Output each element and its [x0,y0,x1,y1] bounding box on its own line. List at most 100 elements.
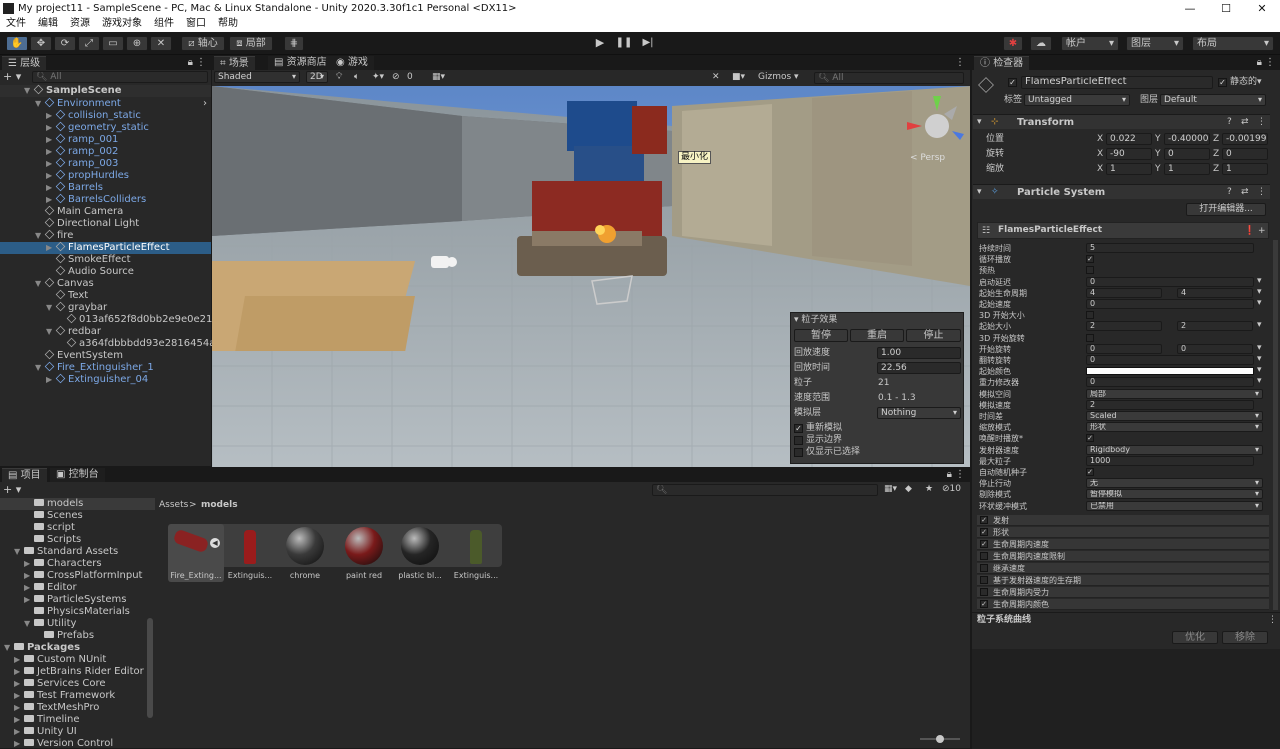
project-tree-item[interactable]: ▶ Custom NUnit [0,654,155,666]
transform-scale-x-field[interactable]: 1 [1106,163,1152,175]
chevron-down-icon[interactable]: ▼ [14,546,24,558]
hierarchy-item[interactable]: ▶ ramp_002 [0,145,211,158]
hierarchy-item[interactable]: ▶ ramp_003 [0,157,211,170]
collab-icon[interactable]: ✱ [1003,36,1023,51]
particle-prop-field[interactable]: 5 [1086,243,1254,253]
pivot-button[interactable]: ⧄ 轴心 [181,36,225,51]
chevron-down-icon[interactable]: ▼ [4,642,14,654]
curve-mode-chevron-icon[interactable]: ▾ [1257,343,1262,354]
asset-item[interactable]: Extinguis... [448,524,504,582]
particle-prop-dropdown[interactable]: 已禁用 [1086,500,1263,511]
chevron-right-icon[interactable]: ▶ [14,690,24,702]
hierarchy-item[interactable]: Directional Light [0,217,211,230]
hierarchy-item[interactable]: SmokeEffect [0,253,211,266]
scene-viewport[interactable]: < Persp 最小化 ▾ 粒子效果 暂停 重启 停止 回放速度 1.00 回放… [212,86,970,467]
rotate-tool-icon[interactable]: ⟳ [54,36,76,51]
tab-asset-store[interactable]: ▤ 资源商店 [268,56,333,70]
project-tree-item[interactable]: ▶ Editor [0,582,155,594]
particle-module[interactable]: 基于发射器速度的生存期 [977,575,1269,586]
start-color-swatch[interactable] [1086,367,1254,376]
restart-effect-button[interactable]: 重启 [850,329,904,342]
hierarchy-item[interactable]: ▶ Barrels [0,181,211,194]
hand-tool-icon[interactable]: ✋ [6,36,28,51]
menu-window[interactable]: 窗口 [180,17,212,31]
lighting-icon[interactable]: 💡︎ [336,72,342,83]
curve-mode-chevron-icon[interactable]: ▾ [1257,287,1262,298]
particle-prop-dropdown[interactable]: 无 [1086,478,1263,489]
module-toggle-checkbox[interactable]: ✓ [980,540,988,548]
transform-position-y-field[interactable]: -0.40000 [1164,133,1210,145]
hierarchy-item[interactable]: ▼ Fire_Extinguisher_1 [0,361,211,374]
minimize-button[interactable]: — [1172,0,1208,17]
lock-icon[interactable]: 🔒︎ [1257,56,1262,70]
transform-rotation-x-field[interactable]: -90 [1106,148,1152,160]
transform-rotation-z-field[interactable]: 0 [1222,148,1268,160]
more-icon[interactable]: ⋮ [1268,615,1277,626]
open-editor-button[interactable]: 打开编辑器... [1186,203,1266,216]
axis-label[interactable]: Z [1213,149,1219,160]
particle-module[interactable]: ✓ 发射 [977,515,1269,526]
curve-mode-chevron-icon[interactable]: ▾ [1257,298,1262,309]
menu-edit[interactable]: 编辑 [32,17,64,31]
object-name-field[interactable]: FlamesParticleEffect [1021,76,1213,89]
scale-tool-icon[interactable]: ⤢ [78,36,100,51]
zoom-slider[interactable] [920,735,960,743]
particle-prop-max-field[interactable]: 4 [1177,287,1253,298]
hierarchy-item[interactable]: ▼ fire [0,229,211,242]
custom-tool-icon[interactable]: ✕ [150,36,172,51]
particle-prop-dropdown[interactable]: Scaled [1086,411,1263,421]
remove-button[interactable]: 移除 [1222,631,1268,644]
grid-icon[interactable]: ▦▾ [432,72,445,83]
project-tree-item[interactable]: ▶ CrossPlatformInput [0,570,155,582]
transform-scale-y-field[interactable]: 1 [1164,163,1210,175]
menu-file[interactable]: 文件 [0,17,32,31]
project-tree-item[interactable]: script [0,522,155,534]
asset-item[interactable]: Fire_Exting... ◀ [168,524,224,582]
chevron-right-icon[interactable]: ▶ [46,134,56,146]
sim-layers-dropdown[interactable]: Nothing [877,407,961,419]
project-tree-item[interactable]: ▶ Unity UI [0,726,155,738]
axis-label[interactable]: X [1097,134,1103,145]
local-button[interactable]: ⧈ 局部 [229,36,273,51]
chevron-right-icon[interactable]: ▶ [14,654,24,666]
chevron-right-icon[interactable]: ▶ [14,666,24,678]
project-tree-item[interactable]: models [0,498,155,510]
particle-prop-checkbox[interactable]: ✓ [1086,255,1094,264]
visibility-icon[interactable]: ⊘ [392,72,400,83]
hierarchy-item[interactable]: ▼ redbar [0,325,211,338]
menu-gameobject[interactable]: 游戏对象 [96,17,148,31]
asset-item[interactable]: chrome [277,524,333,582]
particle-prop-field[interactable]: 0 [1086,355,1254,365]
project-tree-item[interactable]: Prefabs [0,630,155,642]
preset-icon[interactable]: ⇄ [1241,117,1249,128]
help-icon[interactable]: ? [1227,117,1232,128]
menu-help[interactable]: 帮助 [212,17,244,31]
chevron-down-icon[interactable]: ▼ [46,326,56,338]
particle-module[interactable]: ✓ 生命周期内速度 [977,539,1269,550]
chevron-right-icon[interactable]: ▶ [46,170,56,182]
project-tree-item[interactable]: PhysicsMaterials [0,606,155,618]
project-tree-item[interactable]: ▼ Standard Assets [0,546,155,558]
particle-prop-dropdown[interactable]: 形状 [1086,422,1263,433]
particle-system-header[interactable]: ▾ ✧ Particle System ? ⇄ ⋮ [973,184,1270,199]
menu-component[interactable]: 组件 [148,17,180,31]
chevron-down-icon[interactable]: ▼ [35,98,45,110]
particle-prop-checkbox[interactable] [1086,333,1094,342]
project-tree-item[interactable]: ▶ Services Core [0,678,155,690]
inspector-scrollbar[interactable] [1273,240,1278,610]
tools-icon[interactable]: ✕ [712,72,720,83]
curve-mode-chevron-icon[interactable]: ▾ [1257,365,1262,376]
axis-label[interactable]: X [1097,149,1103,160]
particle-prop-dropdown[interactable]: 暂停模拟 [1086,489,1263,500]
info-icon[interactable]: ❗ [1244,226,1255,237]
module-toggle-checkbox[interactable]: ✓ [980,516,988,524]
chevron-right-icon[interactable]: ▶ [46,374,56,386]
project-tree-item[interactable]: ▶ Characters [0,558,155,570]
active-checkbox[interactable]: ✓ [1008,78,1017,87]
particle-module[interactable]: 生命周期内受力 [977,587,1269,598]
curve-mode-chevron-icon[interactable]: ▾ [1257,320,1262,331]
particle-module[interactable]: 生命周期内速度限制 [977,551,1269,562]
particle-prop-field[interactable]: 0 [1086,377,1254,388]
curve-editor-area[interactable] [972,649,1280,749]
create-dropdown[interactable]: + ▾ [3,70,21,83]
